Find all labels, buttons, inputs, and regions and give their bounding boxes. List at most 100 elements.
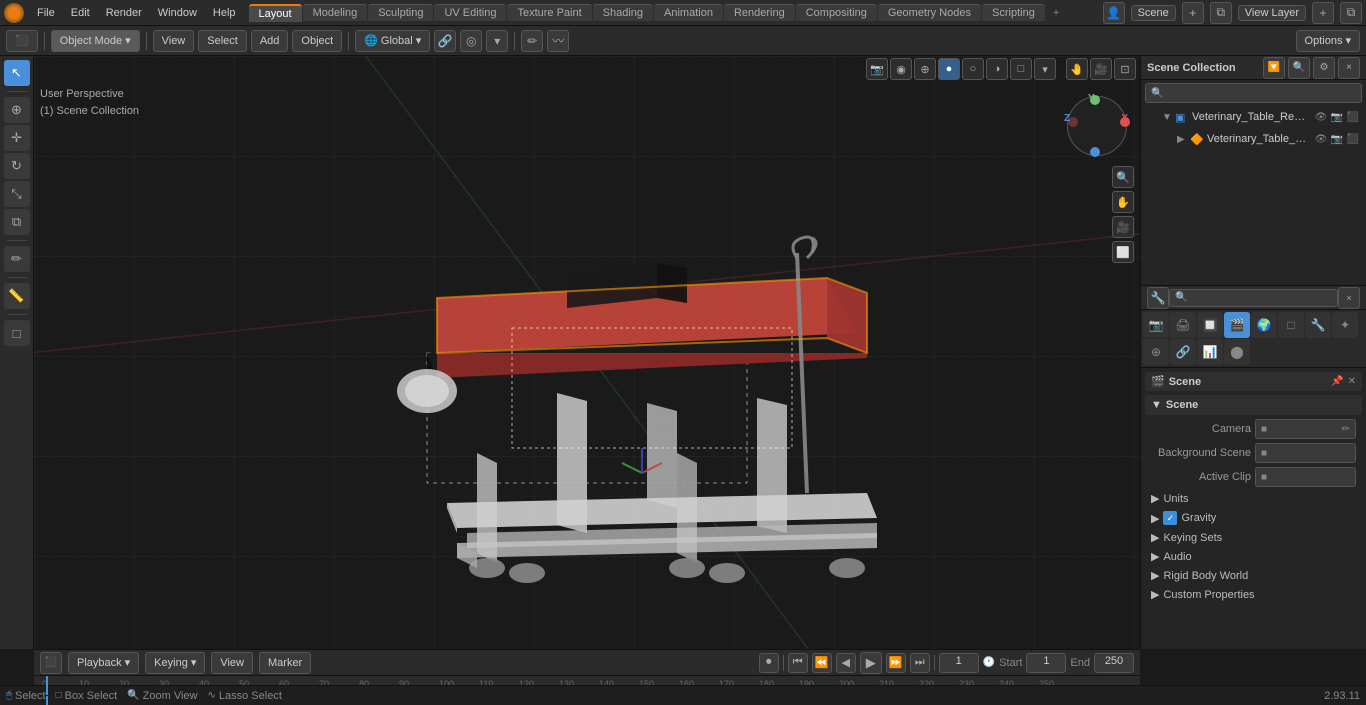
end-frame-input[interactable]: 250 xyxy=(1094,653,1134,673)
add-workspace-button[interactable]: + xyxy=(1046,5,1066,21)
tab-view-layer[interactable]: 🔲 xyxy=(1197,312,1223,338)
tab-material[interactable]: ⬤ xyxy=(1224,339,1250,365)
select-menu[interactable]: Select xyxy=(198,30,247,52)
outliner-collapse-btn[interactable]: × xyxy=(1338,57,1360,79)
viewport-gizmo-toggle[interactable]: ⊕ xyxy=(914,58,936,80)
tab-uv-editing[interactable]: UV Editing xyxy=(434,4,506,21)
copy-scene-icon[interactable]: ⧉ xyxy=(1210,2,1232,24)
tab-rendering[interactable]: Rendering xyxy=(724,4,795,21)
tab-render[interactable]: 📷 xyxy=(1143,312,1169,338)
view-layer-dropdown[interactable]: View Layer xyxy=(1238,5,1306,21)
tab-layout[interactable]: Layout xyxy=(249,4,302,22)
tab-compositing[interactable]: Compositing xyxy=(796,4,877,21)
collection-row-veterinary-001[interactable]: ▼ ▣ Veterinary_Table_Red_001 👁 📷 ⬛ xyxy=(1141,106,1366,128)
record-btn[interactable]: ⏺ xyxy=(759,653,779,673)
start-frame-input[interactable]: 1 xyxy=(1026,653,1066,673)
object-menu[interactable]: Object xyxy=(292,30,342,52)
grease-pencil-btn[interactable]: 〰 xyxy=(547,30,569,52)
proportional-mode-btn[interactable]: ▾ xyxy=(486,30,508,52)
keying-sets-row[interactable]: ▶ Keying Sets xyxy=(1145,528,1362,547)
tab-modeling[interactable]: Modeling xyxy=(303,4,368,21)
viewport-shading-rendered[interactable]: ◑ xyxy=(986,58,1008,80)
tab-texture-paint[interactable]: Texture Paint xyxy=(507,4,591,21)
menu-edit[interactable]: Edit xyxy=(64,5,97,21)
tab-scripting[interactable]: Scripting xyxy=(982,4,1045,21)
rotate-tool-btn[interactable]: ↻ xyxy=(4,153,30,179)
viewport-frame-selected[interactable]: ⊡ xyxy=(1114,58,1136,80)
outliner-search-btn[interactable]: 🔍 xyxy=(1288,57,1310,79)
gizmo-tool-layers[interactable]: ⬜ xyxy=(1112,241,1134,263)
object-mode-dropdown[interactable]: Object Mode ▾ xyxy=(51,30,140,52)
tab-output[interactable]: 🖨 xyxy=(1170,312,1196,338)
camera-value[interactable]: ■ ✏ xyxy=(1255,419,1356,439)
properties-collapse-btn[interactable]: × xyxy=(1338,287,1360,309)
tab-sculpting[interactable]: Sculpting xyxy=(368,4,433,21)
annotate-tool-btn[interactable]: ✏ xyxy=(4,246,30,272)
properties-editor-type[interactable]: 🔧 xyxy=(1147,287,1169,309)
copy-view-layer-icon[interactable]: ⧉ xyxy=(1340,2,1362,24)
outliner-filter-btn[interactable]: 🔽 xyxy=(1263,57,1285,79)
snap-btn[interactable]: 🔗 xyxy=(434,30,456,52)
viewport[interactable]: User Perspective (1) Scene Collection 📷 … xyxy=(34,56,1140,649)
step-forward-btn[interactable]: ⏩ xyxy=(886,653,906,673)
active-clip-value[interactable]: ■ xyxy=(1255,467,1356,487)
menu-window[interactable]: Window xyxy=(151,5,204,21)
annotation-btn[interactable]: ✏ xyxy=(521,30,543,52)
camera-edit-icon[interactable]: ✏ xyxy=(1342,424,1350,435)
expand-icon-2[interactable]: ▶ xyxy=(1177,134,1187,145)
viewport-toggle-1[interactable]: 📷 xyxy=(1330,110,1344,124)
background-scene-value[interactable]: ■ xyxy=(1255,443,1356,463)
transform-dropdown[interactable]: 🌐 Global ▾ xyxy=(355,30,430,52)
tab-physics[interactable]: ⊕ xyxy=(1143,339,1169,365)
jump-start-btn[interactable]: ⏮ xyxy=(788,653,808,673)
move-tool-btn[interactable]: ✛ xyxy=(4,125,30,151)
viewport-shading-options[interactable]: ▾ xyxy=(1034,58,1056,80)
step-back-btn[interactable]: ⏪ xyxy=(812,653,832,673)
select-tool-btn[interactable]: ↖ xyxy=(4,60,30,86)
view-menu-timeline[interactable]: View xyxy=(211,652,253,674)
custom-properties-row[interactable]: ▶ Custom Properties xyxy=(1145,585,1362,604)
scene-subsection-header[interactable]: ▼ Scene xyxy=(1145,395,1362,415)
jump-end-btn[interactable]: ⏭ xyxy=(910,653,930,673)
viewport-toggle-2[interactable]: 📷 xyxy=(1330,132,1344,146)
gizmo-tool-zoom[interactable]: 🔍 xyxy=(1112,166,1134,188)
engine-dropdown[interactable]: Scene xyxy=(1131,5,1176,21)
new-scene-icon[interactable]: + xyxy=(1182,2,1204,24)
audio-row[interactable]: ▶ Audio xyxy=(1145,547,1362,566)
viewport-navigate-hand[interactable]: 🤚 xyxy=(1066,58,1088,80)
render-toggle-1[interactable]: ⬛ xyxy=(1346,110,1360,124)
cursor-tool-btn[interactable]: ⊕ xyxy=(4,97,30,123)
proportional-btn[interactable]: ◎ xyxy=(460,30,482,52)
expand-icon-1[interactable]: ▼ xyxy=(1162,112,1172,123)
marker-menu[interactable]: Marker xyxy=(259,652,311,674)
tab-world[interactable]: 🌍 xyxy=(1251,312,1277,338)
tab-constraints[interactable]: 🔗 xyxy=(1170,339,1196,365)
viewport-camera-btn[interactable]: 📷 xyxy=(866,58,888,80)
viewport-shading-solid[interactable]: ● xyxy=(938,58,960,80)
play-btn[interactable]: ▶ xyxy=(860,652,882,674)
scene-pin-icon[interactable]: 📌 xyxy=(1331,376,1343,387)
visibility-toggle-1[interactable]: 👁 xyxy=(1314,110,1328,124)
gravity-row[interactable]: ▶ ✓ Gravity xyxy=(1145,508,1362,528)
menu-render[interactable]: Render xyxy=(99,5,149,21)
timeline-editor-type[interactable]: ⬛ xyxy=(40,652,62,674)
tab-geometry-nodes[interactable]: Geometry Nodes xyxy=(878,4,981,21)
tab-particles[interactable]: ✦ xyxy=(1332,312,1358,338)
outliner-search[interactable]: 🔍 xyxy=(1145,83,1362,103)
viewport-gizmo[interactable]: X Y Z xyxy=(1062,91,1132,161)
scale-tool-btn[interactable]: ⤡ xyxy=(4,181,30,207)
options-btn[interactable]: Options ▾ xyxy=(1296,30,1360,52)
viewport-navigate-camera[interactable]: 🎥 xyxy=(1090,58,1112,80)
keying-menu[interactable]: Keying ▾ xyxy=(145,652,205,674)
measure-tool-btn[interactable]: 📏 xyxy=(4,283,30,309)
gravity-checkbox[interactable]: ✓ xyxy=(1163,511,1177,525)
add-cube-btn[interactable]: □ xyxy=(4,320,30,346)
gizmo-tool-hand[interactable]: ✋ xyxy=(1112,191,1134,213)
add-menu[interactable]: Add xyxy=(251,30,289,52)
viewport-shading-material[interactable]: ○ xyxy=(962,58,984,80)
rigid-body-world-row[interactable]: ▶ Rigid Body World xyxy=(1145,566,1362,585)
viewport-shading-wireframe[interactable]: □ xyxy=(1010,58,1032,80)
collection-row-veterinary-mesh[interactable]: ▶ 🔶 Veterinary_Table_Red 👁 📷 ⬛ xyxy=(1141,128,1366,150)
view-menu[interactable]: View xyxy=(153,30,195,52)
play-reverse-btn[interactable]: ◀ xyxy=(836,653,856,673)
